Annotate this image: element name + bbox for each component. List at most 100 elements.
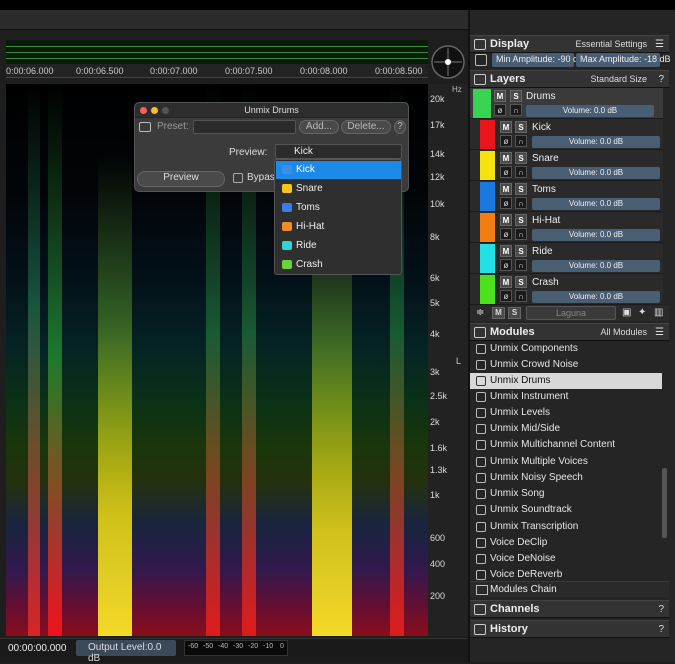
- envelope-icon[interactable]: ∩: [515, 135, 527, 147]
- option-snare[interactable]: Snare: [276, 180, 401, 198]
- bypass-checkbox[interactable]: [233, 173, 243, 183]
- module-item[interactable]: Unmix Song: [470, 486, 662, 502]
- solo-button[interactable]: S: [515, 214, 527, 226]
- list-menu-icon[interactable]: ☰: [655, 39, 664, 50]
- help-icon[interactable]: ?: [658, 74, 664, 85]
- layer-volume[interactable]: Volume: 0.0 dB: [532, 229, 660, 241]
- layer-volume[interactable]: Volume: 0.0 dB: [526, 105, 654, 117]
- solo-button[interactable]: S: [515, 183, 527, 195]
- layer-volume[interactable]: Volume: 0.0 dB: [532, 167, 660, 179]
- preview-button[interactable]: Preview: [137, 171, 225, 187]
- envelope-icon[interactable]: ∩: [515, 228, 527, 240]
- delete-preset-button[interactable]: Delete...: [341, 120, 391, 134]
- layer-volume[interactable]: Volume: 0.0 dB: [532, 136, 660, 148]
- display-header[interactable]: Display Essential Settings ☰: [470, 35, 669, 53]
- module-item[interactable]: Unmix Soundtrack: [470, 502, 662, 518]
- layer-ride[interactable]: M S ø ∩ Ride Volume: 0.0 dB: [470, 243, 663, 274]
- module-item[interactable]: Unmix Mid/Side: [470, 421, 662, 437]
- trash-icon[interactable]: ▥: [654, 307, 663, 318]
- module-label: Unmix Instrument: [490, 391, 569, 402]
- mixer-icon[interactable]: ≑: [476, 307, 484, 318]
- modules-chain[interactable]: Modules Chain: [470, 581, 669, 597]
- option-toms[interactable]: Toms: [276, 199, 401, 217]
- module-item[interactable]: Unmix Components: [470, 341, 662, 357]
- layers-size-dropdown[interactable]: Standard Size: [590, 74, 647, 84]
- option-crash[interactable]: Crash: [276, 256, 401, 274]
- module-item[interactable]: Unmix Transcription: [470, 519, 662, 535]
- phase-icon[interactable]: ø: [500, 259, 512, 271]
- help-button[interactable]: ?: [394, 120, 406, 134]
- layer-volume[interactable]: Volume: 0.0 dB: [532, 198, 660, 210]
- option-hihat[interactable]: Hi-Hat: [276, 218, 401, 236]
- preset-dropdown[interactable]: [193, 120, 296, 134]
- max-amplitude-field[interactable]: Max Amplitude: -18 dB: [576, 53, 671, 67]
- module-item[interactable]: Unmix Instrument: [470, 389, 662, 405]
- phase-icon[interactable]: ø: [500, 166, 512, 178]
- module-item[interactable]: Voice DeNoise: [470, 551, 662, 567]
- layer-kick[interactable]: M S ø ∩ Kick Volume: 0.0 dB: [470, 119, 663, 150]
- history-header[interactable]: History ?: [470, 620, 669, 638]
- layer-toms[interactable]: M S ø ∩ Toms Volume: 0.0 dB: [470, 181, 663, 212]
- solo-button[interactable]: S: [515, 152, 527, 164]
- module-item[interactable]: Unmix Crowd Noise: [470, 357, 662, 373]
- layer-name: Toms: [532, 184, 556, 195]
- preview-dropdown[interactable]: Kick: [275, 144, 402, 159]
- phase-icon[interactable]: ø: [500, 135, 512, 147]
- phase-icon[interactable]: ø: [500, 290, 512, 302]
- layer-crash[interactable]: M S ø ∩ Crash Volume: 0.0 dB: [470, 274, 663, 305]
- envelope-icon[interactable]: ∩: [515, 197, 527, 209]
- display-preset-dropdown[interactable]: Essential Settings: [575, 39, 647, 49]
- modules-scrollbar[interactable]: [662, 468, 667, 538]
- footer-solo-button[interactable]: S: [508, 307, 521, 319]
- module-item[interactable]: Unmix Levels: [470, 405, 662, 421]
- layer-volume[interactable]: Volume: 0.0 dB: [532, 291, 660, 303]
- modules-filter-dropdown[interactable]: All Modules: [600, 327, 647, 337]
- blend-mode-dropdown[interactable]: Laguna: [526, 306, 616, 320]
- layer-volume[interactable]: Volume: 0.0 dB: [532, 260, 660, 272]
- output-level[interactable]: Output Level:0.0 dB: [76, 640, 176, 664]
- mute-button[interactable]: M: [500, 245, 512, 257]
- envelope-icon[interactable]: ∩: [510, 104, 522, 116]
- mute-button[interactable]: M: [500, 276, 512, 288]
- mute-button[interactable]: M: [500, 121, 512, 133]
- phase-icon[interactable]: ø: [500, 228, 512, 240]
- module-item[interactable]: Unmix Multichannel Content: [470, 437, 662, 453]
- module-item[interactable]: Voice DeClip: [470, 535, 662, 551]
- module-item[interactable]: Unmix Multiple Voices: [470, 454, 662, 470]
- footer-mute-button[interactable]: M: [492, 307, 505, 319]
- channels-header[interactable]: Channels ?: [470, 600, 669, 618]
- envelope-icon[interactable]: ∩: [515, 290, 527, 302]
- module-item-selected[interactable]: Unmix Drums: [470, 373, 662, 389]
- option-kick[interactable]: Kick: [276, 161, 401, 179]
- help-icon[interactable]: ?: [658, 624, 664, 635]
- mute-button[interactable]: M: [500, 214, 512, 226]
- phase-icon[interactable]: ø: [500, 197, 512, 209]
- waveform-overview[interactable]: [6, 40, 428, 64]
- solo-button[interactable]: S: [515, 121, 527, 133]
- layers-header[interactable]: Layers Standard Size ?: [470, 70, 669, 88]
- timeline-ruler[interactable]: 0:00:06.000 0:00:06.500 0:00:07.000 0:00…: [6, 64, 428, 78]
- modules-header[interactable]: Modules All Modules ☰: [470, 323, 669, 341]
- mute-button[interactable]: M: [500, 152, 512, 164]
- dialog-titlebar[interactable]: Unmix Drums: [135, 103, 408, 118]
- navigator-wheel-icon[interactable]: [430, 42, 466, 82]
- min-amplitude-field[interactable]: Min Amplitude: -90 dB: [492, 53, 584, 67]
- envelope-icon[interactable]: ∩: [515, 166, 527, 178]
- layer-drums[interactable]: M S ø ∩ Drums Volume: 0.0 dB: [470, 88, 663, 119]
- mute-button[interactable]: M: [500, 183, 512, 195]
- phase-icon[interactable]: ø: [494, 104, 506, 116]
- envelope-icon[interactable]: ∩: [515, 259, 527, 271]
- module-item[interactable]: Unmix Noisy Speech: [470, 470, 662, 486]
- mute-button[interactable]: M: [494, 90, 506, 102]
- solo-button[interactable]: S: [515, 245, 527, 257]
- solo-button[interactable]: S: [510, 90, 522, 102]
- layer-snare[interactable]: M S ø ∩ Snare Volume: 0.0 dB: [470, 150, 663, 181]
- solo-button[interactable]: S: [515, 276, 527, 288]
- help-icon[interactable]: ?: [658, 604, 664, 615]
- list-menu-icon[interactable]: ☰: [655, 327, 664, 338]
- split-icon[interactable]: ✦: [638, 307, 646, 318]
- folder-icon[interactable]: ▣: [622, 307, 631, 318]
- layer-hihat[interactable]: M S ø ∩ Hi-Hat Volume: 0.0 dB: [470, 212, 663, 243]
- add-preset-button[interactable]: Add...: [299, 120, 339, 134]
- option-ride[interactable]: Ride: [276, 237, 401, 255]
